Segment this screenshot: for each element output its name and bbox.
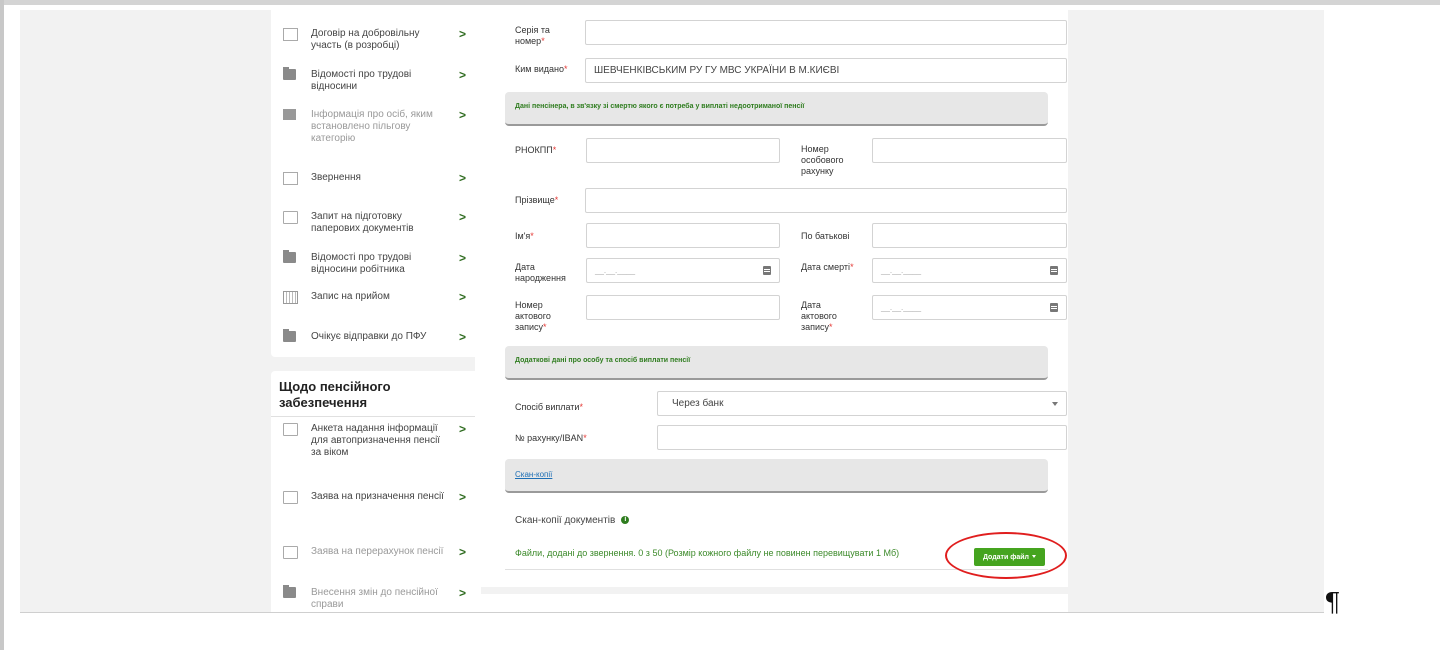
- surname-input[interactable]: [585, 188, 1067, 213]
- series-label: Серія та номер*: [515, 25, 550, 46]
- form-icon: [283, 423, 298, 436]
- screenshot-area: Договір на добровільну участь (в розробц…: [20, 10, 1324, 612]
- surname-label: Прізвище*: [515, 195, 559, 205]
- death-date-input[interactable]: __.__.____: [872, 258, 1067, 283]
- sidebar-item-label: Запит на підготовку паперових документів: [311, 211, 414, 234]
- account-number-input[interactable]: [872, 138, 1067, 163]
- files-count-note: Файли, додані до звернення. 0 з 50 (Розм…: [515, 548, 900, 558]
- sidebar-item-label: Заява на призначення пенсії: [311, 491, 444, 502]
- issued-label: Ким видано*: [515, 64, 568, 74]
- envelope-outline-icon: [283, 172, 298, 185]
- screenshot-bottom-edge: [20, 612, 1324, 613]
- iban-label: № рахунку/IBAN*: [515, 433, 587, 443]
- chevron-right-icon: >: [459, 27, 467, 41]
- sidebar-item-label: Відомості про трудові відносини: [311, 69, 412, 92]
- patronymic-input[interactable]: [872, 223, 1067, 248]
- act-number-label: Номер актового запису*: [515, 300, 551, 332]
- folder-icon: [283, 250, 296, 263]
- folder-icon: [283, 67, 296, 80]
- chevron-right-icon: >: [459, 68, 467, 82]
- chevron-right-icon: >: [459, 251, 467, 265]
- scan-documents-label: Скан-копії документів i: [515, 515, 630, 526]
- top-border: [0, 0, 1440, 5]
- form-card: Серія та номер* Ким видано* ШЕВЧЕНКІВСЬК…: [475, 10, 1068, 587]
- chevron-right-icon: >: [459, 490, 467, 504]
- chevron-right-icon: >: [459, 422, 467, 436]
- patronymic-label: По батькові: [801, 231, 850, 241]
- sidebar-item-label: Заява на перерахунок пенсії: [311, 546, 444, 557]
- birth-date-label: Дата народження: [515, 262, 566, 283]
- death-date-label: Дата смерті*: [801, 262, 854, 272]
- calendar-icon: [283, 291, 298, 304]
- chevron-right-icon: >: [459, 210, 467, 224]
- next-card: [475, 594, 1068, 612]
- sidebar-section-heading: Щодо пенсійного забезпечення: [279, 379, 391, 410]
- extra-data-section-header: Додаткові дані про особу та спосіб випла…: [505, 346, 1048, 380]
- payment-method-label: Спосіб виплати*: [515, 402, 583, 412]
- payment-method-select[interactable]: Через банк: [657, 391, 1067, 416]
- sidebar-card-pension: Щодо пенсійного забезпечення Анкета нада…: [271, 371, 481, 612]
- folder-icon: [283, 329, 296, 342]
- printer-icon: [283, 211, 298, 224]
- envelope-icon: [283, 109, 296, 120]
- info-icon[interactable]: i: [621, 516, 630, 525]
- sidebar-item-label: Очікує відправки до ПФУ: [311, 331, 427, 342]
- sidebar-item-label: Звернення: [311, 172, 361, 183]
- name-label: Ім'я*: [515, 231, 534, 241]
- act-date-label: Дата актового запису*: [801, 300, 837, 332]
- chevron-right-icon: >: [459, 290, 467, 304]
- sidebar-item-label: Інформація про осіб, яким встановлено пі…: [311, 109, 433, 144]
- divider: [271, 416, 481, 417]
- chevron-right-icon: >: [459, 171, 467, 185]
- scans-link[interactable]: Скан-копії: [515, 470, 552, 479]
- sidebar-card-services: Договір на добровільну участь (в розробц…: [271, 10, 481, 357]
- rnokpp-input[interactable]: [586, 138, 780, 163]
- chevron-down-icon: [1052, 402, 1058, 406]
- iban-input[interactable]: [657, 425, 1067, 450]
- calendar-icon[interactable]: [763, 266, 771, 275]
- birth-date-input[interactable]: __.__.____: [586, 258, 780, 283]
- act-number-input[interactable]: [586, 295, 780, 320]
- sidebar-item-label: Договір на добровільну участь (в розробц…: [311, 28, 420, 51]
- series-input[interactable]: [585, 20, 1067, 45]
- chevron-right-icon: >: [459, 545, 467, 559]
- divider: [505, 569, 1048, 570]
- account-number-label: Номер особового рахунку: [801, 144, 844, 176]
- recalc-icon: [283, 546, 298, 559]
- pensioner-section-header: Дані пенсінера, в зв'язку зі смертю яког…: [505, 92, 1048, 126]
- sidebar-item-label: Відомості про трудові відносини робітник…: [311, 252, 412, 275]
- chevron-right-icon: >: [459, 330, 467, 344]
- issued-input[interactable]: ШЕВЧЕНКІВСЬКИМ РУ ГУ МВС УКРАЇНИ В М.КИЄ…: [585, 58, 1067, 83]
- sidebar-item-label: Внесення змін до пенсійної справи: [311, 587, 438, 610]
- document-icon: [283, 491, 298, 504]
- scans-section-header: Скан-копії: [505, 459, 1048, 493]
- add-file-button[interactable]: Додати файл: [974, 548, 1045, 566]
- envelope-outline-icon: [283, 28, 298, 41]
- act-date-input[interactable]: __.__.____: [872, 295, 1067, 320]
- name-input[interactable]: [586, 223, 780, 248]
- rnokpp-label: РНОКПП*: [515, 145, 557, 155]
- chevron-right-icon: >: [459, 108, 467, 122]
- pilcrow-mark: ¶: [1324, 588, 1341, 618]
- calendar-icon[interactable]: [1050, 303, 1058, 312]
- sidebar: Договір на добровільну участь (в розробц…: [271, 10, 481, 612]
- calendar-icon[interactable]: [1050, 266, 1058, 275]
- sidebar-item-label: Запис на прийом: [311, 291, 390, 302]
- chevron-right-icon: >: [459, 586, 467, 600]
- left-border: [0, 0, 4, 650]
- folder-icon: [283, 585, 296, 598]
- sidebar-item-label: Анкета надання інформації для автопризна…: [311, 423, 441, 458]
